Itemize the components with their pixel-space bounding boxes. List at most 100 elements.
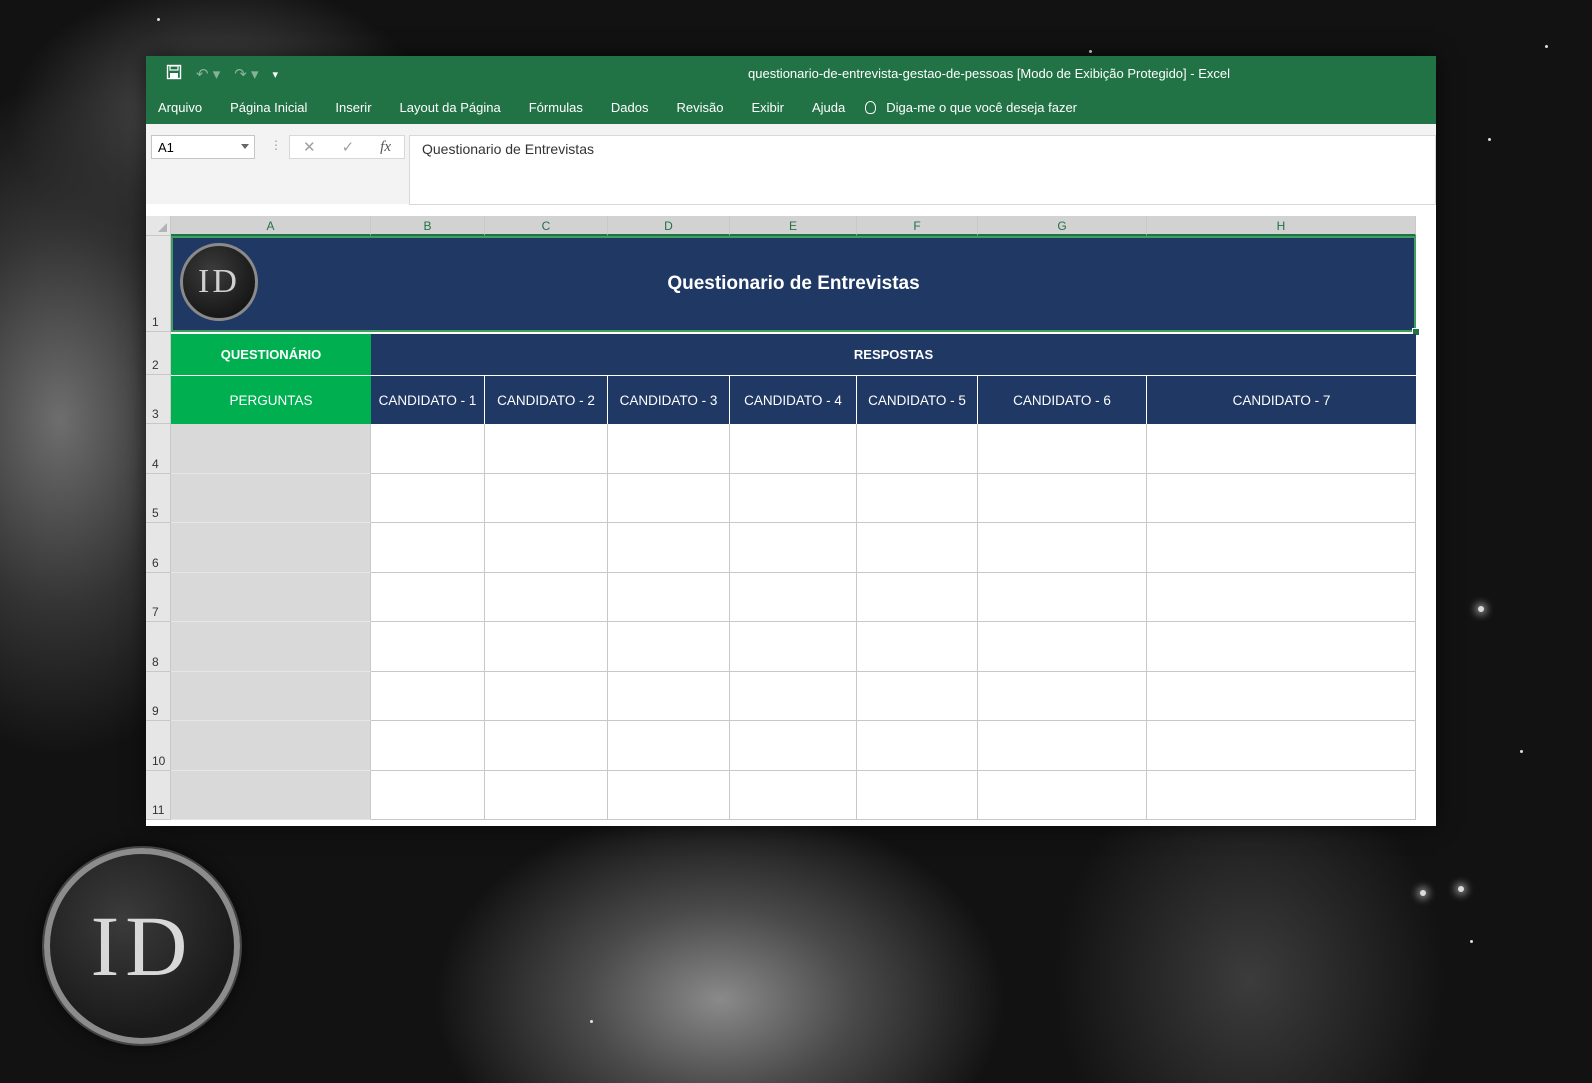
tell-me-box[interactable]: Diga-me o que você deseja fazer — [865, 100, 1077, 115]
row-header-6[interactable]: 6 — [146, 523, 171, 573]
question-cell[interactable] — [171, 672, 371, 721]
answer-cell[interactable] — [485, 721, 608, 771]
name-box[interactable]: A1 — [151, 135, 255, 159]
respostas-header[interactable]: RESPOSTAS — [371, 334, 1416, 375]
candidate-header-7[interactable]: CANDIDATO - 7 — [1147, 376, 1416, 424]
answer-cell[interactable] — [371, 721, 485, 771]
answer-cell[interactable] — [730, 474, 857, 523]
save-icon[interactable] — [166, 64, 182, 85]
candidate-header-6[interactable]: CANDIDATO - 6 — [978, 376, 1147, 424]
answer-cell[interactable] — [978, 523, 1147, 573]
answer-cell[interactable] — [485, 672, 608, 721]
undo-icon[interactable]: ↶ ▾ — [196, 66, 220, 84]
candidate-header-2[interactable]: CANDIDATO - 2 — [485, 376, 608, 424]
column-header-g[interactable]: G — [978, 216, 1147, 236]
answer-cell[interactable] — [978, 622, 1147, 672]
answer-cell[interactable] — [978, 721, 1147, 771]
answer-cell[interactable] — [371, 672, 485, 721]
answer-cell[interactable] — [857, 424, 978, 474]
answer-cell[interactable] — [371, 573, 485, 622]
customize-qat-icon[interactable]: ▾ — [273, 66, 279, 84]
answer-cell[interactable] — [608, 771, 730, 820]
answer-cell[interactable] — [1147, 622, 1416, 672]
answer-cell[interactable] — [371, 523, 485, 573]
row-header-3[interactable]: 3 — [146, 375, 171, 424]
answer-cell[interactable] — [730, 721, 857, 771]
tab-dados[interactable]: Dados — [597, 100, 663, 115]
tab-revisao[interactable]: Revisão — [663, 100, 738, 115]
answer-cell[interactable] — [730, 622, 857, 672]
tab-formulas[interactable]: Fórmulas — [515, 100, 597, 115]
row-header-4[interactable]: 4 — [146, 424, 171, 474]
column-header-b[interactable]: B — [371, 216, 485, 236]
redo-icon[interactable]: ↷ ▾ — [234, 66, 258, 84]
question-cell[interactable] — [171, 474, 371, 523]
answer-cell[interactable] — [857, 523, 978, 573]
tab-exibir[interactable]: Exibir — [737, 100, 798, 115]
answer-cell[interactable] — [485, 622, 608, 672]
question-cell[interactable] — [171, 622, 371, 672]
row-header-11[interactable]: 11 — [146, 771, 171, 820]
tab-inserir[interactable]: Inserir — [321, 100, 385, 115]
answer-cell[interactable] — [608, 622, 730, 672]
perguntas-header[interactable]: PERGUNTAS — [171, 376, 371, 424]
column-header-a[interactable]: A — [171, 216, 371, 236]
answer-cell[interactable] — [1147, 672, 1416, 721]
answer-cell[interactable] — [857, 474, 978, 523]
answer-cell[interactable] — [730, 424, 857, 474]
answer-cell[interactable] — [371, 771, 485, 820]
answer-cell[interactable] — [608, 523, 730, 573]
row-header-1[interactable]: 1 — [146, 236, 171, 332]
question-cell[interactable] — [171, 523, 371, 573]
chevron-down-icon[interactable] — [241, 144, 249, 149]
answer-cell[interactable] — [978, 474, 1147, 523]
answer-cell[interactable] — [857, 771, 978, 820]
question-cell[interactable] — [171, 424, 371, 474]
row-header-8[interactable]: 8 — [146, 622, 171, 672]
enter-icon[interactable]: ✓ — [342, 138, 355, 156]
column-header-e[interactable]: E — [730, 216, 857, 236]
answer-cell[interactable] — [730, 771, 857, 820]
candidate-header-5[interactable]: CANDIDATO - 5 — [857, 376, 978, 424]
answer-cell[interactable] — [485, 424, 608, 474]
answer-cell[interactable] — [371, 474, 485, 523]
answer-cell[interactable] — [1147, 721, 1416, 771]
answer-cell[interactable] — [730, 523, 857, 573]
answer-cell[interactable] — [857, 721, 978, 771]
question-cell[interactable] — [171, 573, 371, 622]
tab-layout-da-pagina[interactable]: Layout da Página — [386, 100, 515, 115]
answer-cell[interactable] — [978, 771, 1147, 820]
answer-cell[interactable] — [485, 771, 608, 820]
title-cell-a1[interactable]: Questionario de Entrevistas — [171, 236, 1416, 332]
answer-cell[interactable] — [608, 573, 730, 622]
answer-cell[interactable] — [1147, 424, 1416, 474]
answer-cell[interactable] — [1147, 771, 1416, 820]
row-header-5[interactable]: 5 — [146, 474, 171, 523]
row-header-2[interactable]: 2 — [146, 332, 171, 375]
answer-cell[interactable] — [857, 672, 978, 721]
column-header-f[interactable]: F — [857, 216, 978, 236]
select-all-button[interactable] — [146, 216, 171, 236]
cancel-icon[interactable]: ✕ — [303, 138, 316, 156]
answer-cell[interactable] — [857, 622, 978, 672]
row-header-9[interactable]: 9 — [146, 672, 171, 721]
answer-cell[interactable] — [608, 721, 730, 771]
candidate-header-1[interactable]: CANDIDATO - 1 — [371, 376, 485, 424]
candidate-header-4[interactable]: CANDIDATO - 4 — [730, 376, 857, 424]
tab-ajuda[interactable]: Ajuda — [798, 100, 859, 115]
row-header-7[interactable]: 7 — [146, 573, 171, 622]
answer-cell[interactable] — [371, 622, 485, 672]
answer-cell[interactable] — [1147, 573, 1416, 622]
column-header-c[interactable]: C — [485, 216, 608, 236]
insert-function-icon[interactable]: fx — [380, 139, 391, 156]
questionario-header[interactable]: QUESTIONÁRIO — [171, 334, 371, 375]
question-cell[interactable] — [171, 721, 371, 771]
formula-input[interactable]: Questionario de Entrevistas — [409, 135, 1436, 205]
answer-cell[interactable] — [978, 672, 1147, 721]
spreadsheet-grid[interactable]: A B C D E F G H 1 2 3 4 5 6 7 8 9 10 11 … — [146, 216, 1436, 826]
answer-cell[interactable] — [485, 523, 608, 573]
candidate-header-3[interactable]: CANDIDATO - 3 — [608, 376, 730, 424]
answer-cell[interactable] — [1147, 523, 1416, 573]
answer-cell[interactable] — [371, 424, 485, 474]
tab-pagina-inicial[interactable]: Página Inicial — [216, 100, 321, 115]
